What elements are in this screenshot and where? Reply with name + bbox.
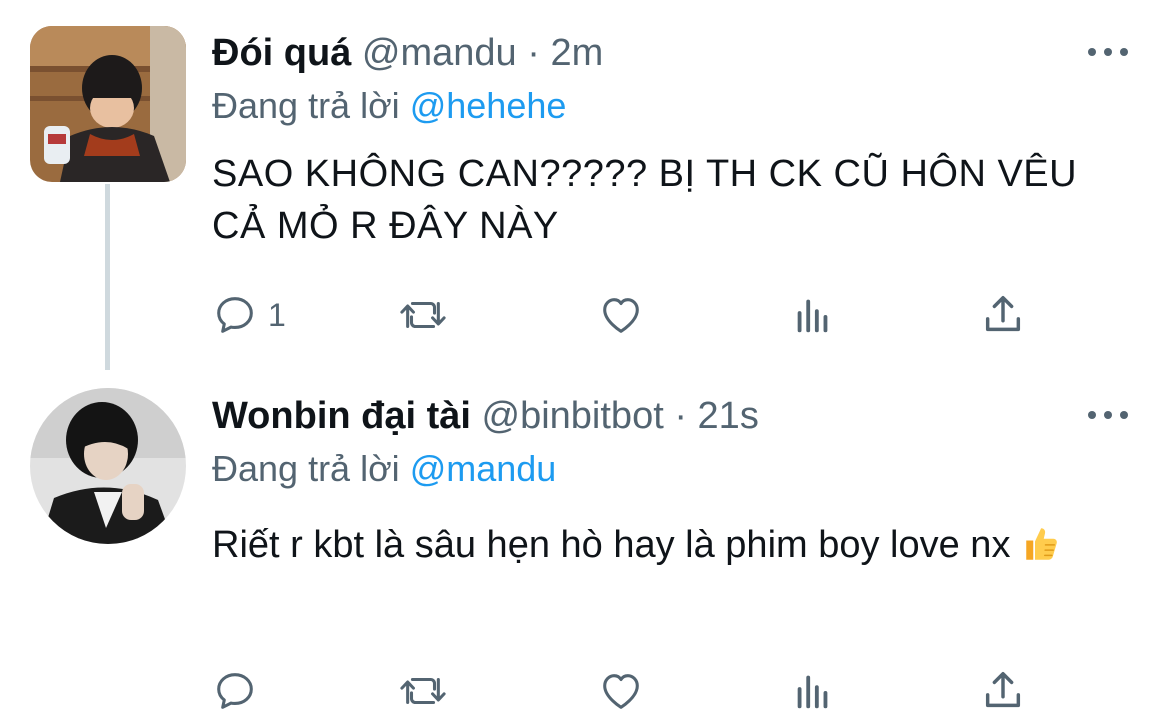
thumbs-up-emoji-icon (1021, 520, 1063, 586)
user-handle[interactable]: @binbitbot (482, 395, 664, 437)
analytics-button[interactable] (790, 666, 836, 716)
replying-prefix: Đang trả lời (212, 448, 400, 489)
share-button[interactable] (980, 666, 1026, 716)
tweet-text-container: Riết r kbt là sâu hẹn hò hay là phim boy… (212, 512, 1112, 586)
avatar-image (30, 388, 186, 544)
reply-button[interactable] (212, 666, 268, 716)
heart-icon (603, 674, 639, 709)
replying-to-handle[interactable]: @mandu (410, 448, 557, 489)
timestamp[interactable]: 21s (698, 395, 759, 437)
tweet-text: Riết r kbt là sâu hẹn hò hay là phim boy… (212, 524, 1011, 566)
analytics-icon (797, 675, 828, 709)
tweet-header: Wonbin đại tài @binbitbot · 21s (212, 393, 759, 439)
more-options-icon[interactable] (1088, 405, 1128, 425)
like-button[interactable] (597, 666, 645, 716)
tweet[interactable]: Wonbin đại tài @binbitbot · 21s Đang trả… (0, 0, 1170, 728)
retweet-icon (400, 677, 446, 705)
tweet-actions (212, 666, 1042, 716)
share-icon (985, 672, 1021, 708)
retweet-button[interactable] (398, 666, 448, 716)
reply-bubble-icon (217, 673, 253, 709)
replying-to: Đang trả lời @mandu (212, 447, 556, 491)
display-name[interactable]: Wonbin đại tài (212, 395, 471, 437)
avatar[interactable] (30, 388, 186, 544)
separator-dot: · (674, 395, 687, 437)
